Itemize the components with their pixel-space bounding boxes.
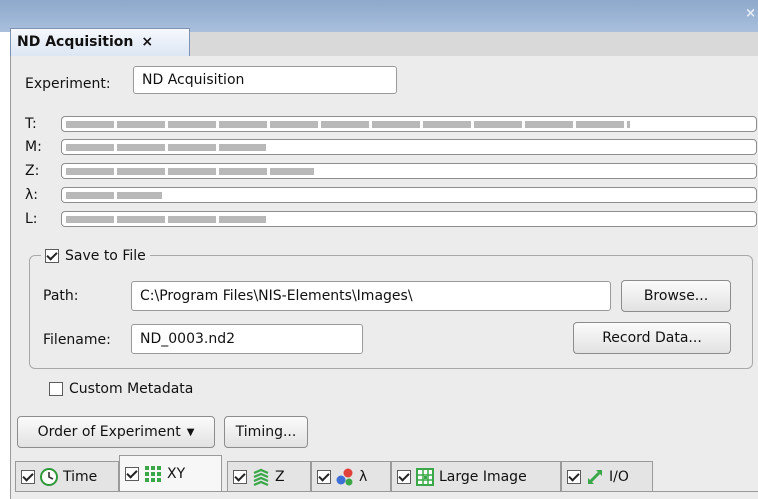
dimension-row-large-image[interactable]: L: — [25, 210, 757, 228]
dimension-tabs: Time XY Z λ Large Image I/O — [15, 455, 758, 491]
dimension-bar[interactable] — [61, 139, 757, 155]
tab-xy[interactable]: XY — [119, 455, 222, 491]
tab-checkbox[interactable] — [317, 469, 331, 484]
tab-close-icon[interactable]: × — [141, 34, 153, 50]
dimension-row-time[interactable]: T: — [25, 115, 757, 133]
tab-checkbox[interactable] — [125, 466, 139, 481]
save-to-file-label: Save to File — [65, 248, 146, 264]
tab-label: λ — [359, 468, 368, 485]
filename-label: Filename: — [43, 332, 111, 348]
path-label: Path: — [43, 288, 79, 304]
tab-checkbox[interactable] — [21, 469, 35, 484]
layers-icon — [251, 467, 271, 487]
clock-icon — [39, 467, 59, 487]
tab-lambda[interactable]: λ — [311, 461, 391, 491]
dimension-label: λ: — [25, 187, 39, 203]
tab-io[interactable]: I/O — [561, 461, 653, 491]
order-of-experiment-button[interactable]: Order of Experiment ▼ — [17, 416, 215, 448]
tab-large-image[interactable]: Large Image — [391, 461, 561, 491]
timing-button[interactable]: Timing... — [224, 416, 308, 448]
dimension-label: L: — [25, 211, 38, 227]
window-close-icon[interactable]: × — [745, 6, 756, 21]
tab-checkbox[interactable] — [567, 469, 581, 484]
tab-checkbox[interactable] — [397, 469, 411, 484]
dimension-fill — [66, 121, 630, 128]
dimension-row-lambda[interactable]: λ: — [25, 186, 757, 204]
large-image-icon — [415, 467, 435, 487]
record-data-button[interactable]: Record Data... — [573, 322, 731, 354]
filename-field[interactable]: ND_0003.nd2 — [131, 324, 363, 354]
browse-button[interactable]: Browse... — [621, 280, 731, 312]
dimension-bar[interactable] — [61, 163, 757, 179]
save-to-file-checkbox[interactable]: Save to File — [41, 246, 150, 266]
dimension-fill — [66, 216, 266, 223]
tab-baseline — [15, 491, 758, 492]
nd-acquisition-panel: Experiment: ND Acquisition T: M: Z: λ: L… — [10, 56, 758, 499]
tab-label: I/O — [609, 468, 629, 485]
tab-label: Z — [275, 468, 285, 485]
dimension-label: T: — [25, 116, 37, 132]
tab-label: XY — [167, 465, 186, 482]
tab-z[interactable]: Z — [227, 461, 311, 491]
experiment-label: Experiment: — [25, 76, 111, 92]
dimension-fill — [66, 144, 266, 151]
tab-title: ND Acquisition — [17, 34, 134, 50]
tab-checkbox[interactable] — [233, 469, 247, 484]
custom-metadata-label: Custom Metadata — [69, 381, 194, 397]
tab-nd-acquisition[interactable]: ND Acquisition × — [10, 28, 190, 56]
experiment-name-field[interactable]: ND Acquisition — [133, 66, 397, 94]
tab-label: Large Image — [439, 468, 527, 485]
tab-time[interactable]: Time — [15, 461, 119, 491]
custom-metadata-checkbox[interactable]: Custom Metadata — [49, 381, 193, 397]
io-arrows-icon — [585, 467, 605, 487]
dimension-row-multipoint[interactable]: M: — [25, 138, 757, 156]
dimension-label: M: — [25, 139, 42, 155]
dimension-fill — [66, 192, 162, 199]
molecule-icon — [335, 467, 355, 487]
dimension-label: Z: — [25, 163, 40, 179]
path-field[interactable]: C:\Program Files\NIS-Elements\Images\ — [131, 281, 611, 311]
dimension-bar[interactable] — [61, 211, 757, 227]
dimension-bar[interactable] — [61, 116, 757, 132]
grid-icon — [143, 464, 163, 484]
dimension-fill — [66, 168, 314, 175]
chevron-down-icon: ▼ — [186, 426, 195, 438]
order-of-experiment-label: Order of Experiment — [37, 424, 181, 440]
tab-label: Time — [63, 468, 98, 485]
save-checkbox-icon[interactable] — [45, 249, 59, 263]
dimension-bar[interactable] — [61, 187, 757, 203]
dimension-row-z[interactable]: Z: — [25, 162, 757, 180]
custom-metadata-checkbox-icon[interactable] — [49, 382, 63, 396]
